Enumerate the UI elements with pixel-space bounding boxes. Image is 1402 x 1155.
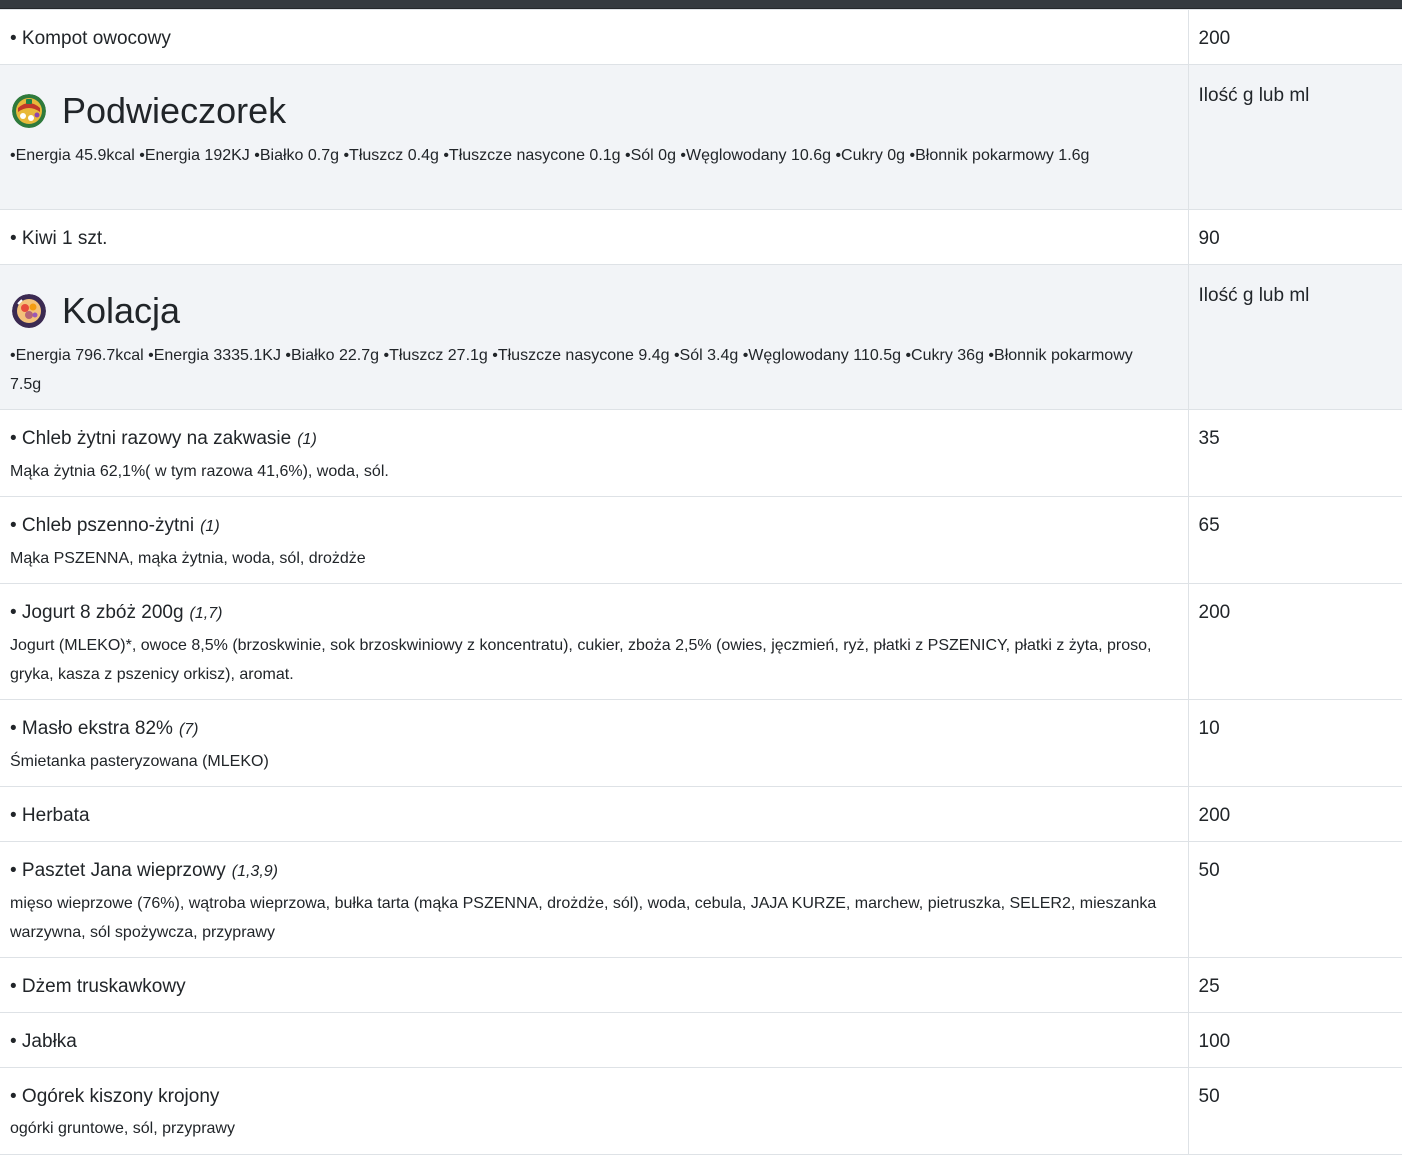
item-name: • Pasztet Jana wieprzowy <box>10 860 226 881</box>
meal-nutrition-summary: •Energia 45.9kcal •Energia 192KJ •Białko… <box>10 147 1090 164</box>
supper-icon <box>12 294 46 328</box>
item-qty: 25 <box>1187 957 1402 1013</box>
item-ingredients: Jogurt (MLEKO)*, owoce 8,5% (brzoskwinie… <box>10 637 1152 683</box>
item-name-cell: • Jogurt 8 zbóż 200g (1,7) Jogurt (MLEKO)… <box>0 583 1188 700</box>
item-name-cell: • Ogórek kiszony krojony ogórki gruntowe… <box>0 1067 1188 1155</box>
table-row: • Dżem truskawkowy 25 <box>0 957 1402 1013</box>
item-name-cell: • Dżem truskawkowy <box>0 957 1188 1013</box>
item-name: • Kompot owocowy <box>10 28 171 49</box>
item-name: • Jogurt 8 zbóż 200g <box>10 602 184 623</box>
table-row: • Ogórek kiszony krojony ogórki gruntowe… <box>0 1067 1402 1155</box>
table-row: • Jogurt 8 zbóż 200g (1,7) Jogurt (MLEKO)… <box>0 583 1402 700</box>
item-qty: 50 <box>1187 841 1402 958</box>
meal-header-row-kolacja: Kolacja •Energia 796.7kcal •Energia 3335… <box>0 264 1402 410</box>
item-ingredients: mięso wieprzowe (76%), wątroba wieprzowa… <box>10 895 1157 941</box>
item-name-cell: • Kiwi 1 szt. <box>0 209 1188 265</box>
item-qty: 90 <box>1187 209 1402 265</box>
item-name-cell: • Kompot owocowy <box>0 9 1188 65</box>
item-name: • Chleb pszenno-żytni <box>10 515 195 536</box>
item-allergens: (1) <box>200 518 220 535</box>
item-name-cell: • Masło ekstra 82% (7) Śmietanka pasteryz… <box>0 699 1188 787</box>
table-row: • Masło ekstra 82% (7) Śmietanka pasteryz… <box>0 699 1402 787</box>
meal-header-cell: Kolacja •Energia 796.7kcal •Energia 3335… <box>0 264 1188 410</box>
item-ingredients: Mąka żytnia 62,1%( w tym razowa 41,6%), … <box>10 463 389 480</box>
item-allergens: (1,3,9) <box>231 863 278 880</box>
item-name: • Jabłka <box>10 1031 77 1052</box>
item-qty: 10 <box>1187 699 1402 787</box>
item-qty: 200 <box>1187 786 1402 842</box>
meal-nutrition-summary: •Energia 796.7kcal •Energia 3335.1KJ •Bi… <box>10 347 1133 393</box>
table-row: • Jabłka 100 <box>0 1012 1402 1068</box>
item-name: • Ogórek kiszony krojony <box>10 1086 220 1107</box>
item-allergens: (1,7) <box>189 605 223 622</box>
item-name-cell: • Chleb żytni razowy na zakwasie (1) Mąka… <box>0 409 1188 497</box>
item-qty: 200 <box>1187 9 1402 65</box>
tea-time-icon <box>12 94 46 128</box>
item-name-cell: • Herbata <box>0 786 1188 842</box>
item-qty: 200 <box>1187 583 1402 700</box>
meal-header-cell: Podwieczorek •Energia 45.9kcal •Energia … <box>0 64 1188 210</box>
item-name: • Chleb żytni razowy na zakwasie <box>10 428 292 449</box>
table-row: • Chleb żytni razowy na zakwasie (1) Mąka… <box>0 409 1402 497</box>
table-row: • Herbata 200 <box>0 786 1402 842</box>
item-allergens: (7) <box>178 721 199 738</box>
item-ingredients: ogórki gruntowe, sól, przyprawy <box>10 1120 235 1137</box>
item-name-cell: • Pasztet Jana wieprzowy (1,3,9) mięso wi… <box>0 841 1188 958</box>
item-ingredients: Mąka PSZENNA, mąka żytnia, woda, sól, dr… <box>10 550 366 567</box>
item-name: • Dżem truskawkowy <box>10 976 186 997</box>
item-name-cell: • Chleb pszenno-żytni (1) Mąka PSZENNA, m… <box>0 496 1188 584</box>
item-qty: 100 <box>1187 1012 1402 1068</box>
menu-table: • Kompot owocowy 200 Podwieczorek •Energ… <box>0 9 1402 1155</box>
item-allergens: (1) <box>297 431 317 448</box>
item-ingredients: Śmietanka pasteryzowana (MLEKO) <box>10 753 269 770</box>
meal-title: Podwieczorek <box>62 90 287 131</box>
item-qty: 65 <box>1187 496 1402 584</box>
table-row: • Chleb pszenno-żytni (1) Mąka PSZENNA, m… <box>0 496 1402 584</box>
item-name: • Herbata <box>10 805 90 826</box>
meal-header-row-podwieczorek: Podwieczorek •Energia 45.9kcal •Energia … <box>0 64 1402 210</box>
meal-title: Kolacja <box>62 290 181 331</box>
qty-column-label: Ilość g lub ml <box>1187 264 1402 410</box>
table-row: • Kiwi 1 szt. 90 <box>0 209 1402 265</box>
qty-column-label: Ilość g lub ml <box>1187 64 1402 210</box>
item-qty: 35 <box>1187 409 1402 497</box>
item-name: • Kiwi 1 szt. <box>10 228 108 249</box>
item-qty: 50 <box>1187 1067 1402 1155</box>
table-row: • Pasztet Jana wieprzowy (1,3,9) mięso wi… <box>0 841 1402 958</box>
top-header-bar <box>0 0 1402 9</box>
item-name-cell: • Jabłka <box>0 1012 1188 1068</box>
table-row: • Kompot owocowy 200 <box>0 9 1402 65</box>
item-name: • Masło ekstra 82% <box>10 718 173 739</box>
